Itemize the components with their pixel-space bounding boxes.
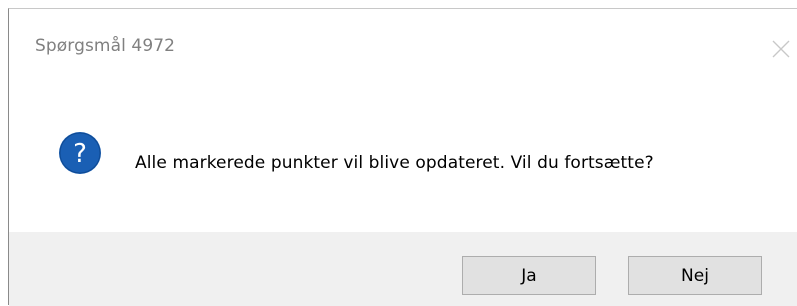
svg-text:?: ?: [73, 139, 87, 169]
message-row: ? Alle markerede punkter vil blive opdat…: [9, 97, 797, 207]
close-icon[interactable]: [771, 39, 791, 59]
message-dialog: Spørgsmål 4972 ? Alle markerede punkter …: [8, 8, 797, 306]
button-bar: Ja Nej: [9, 232, 797, 306]
question-icon: ?: [59, 132, 101, 174]
dialog-message: Alle markerede punkter vil blive opdater…: [135, 153, 654, 173]
no-button[interactable]: Nej: [628, 256, 762, 295]
dialog-title: Spørgsmål 4972: [35, 36, 176, 56]
yes-button[interactable]: Ja: [462, 256, 596, 295]
